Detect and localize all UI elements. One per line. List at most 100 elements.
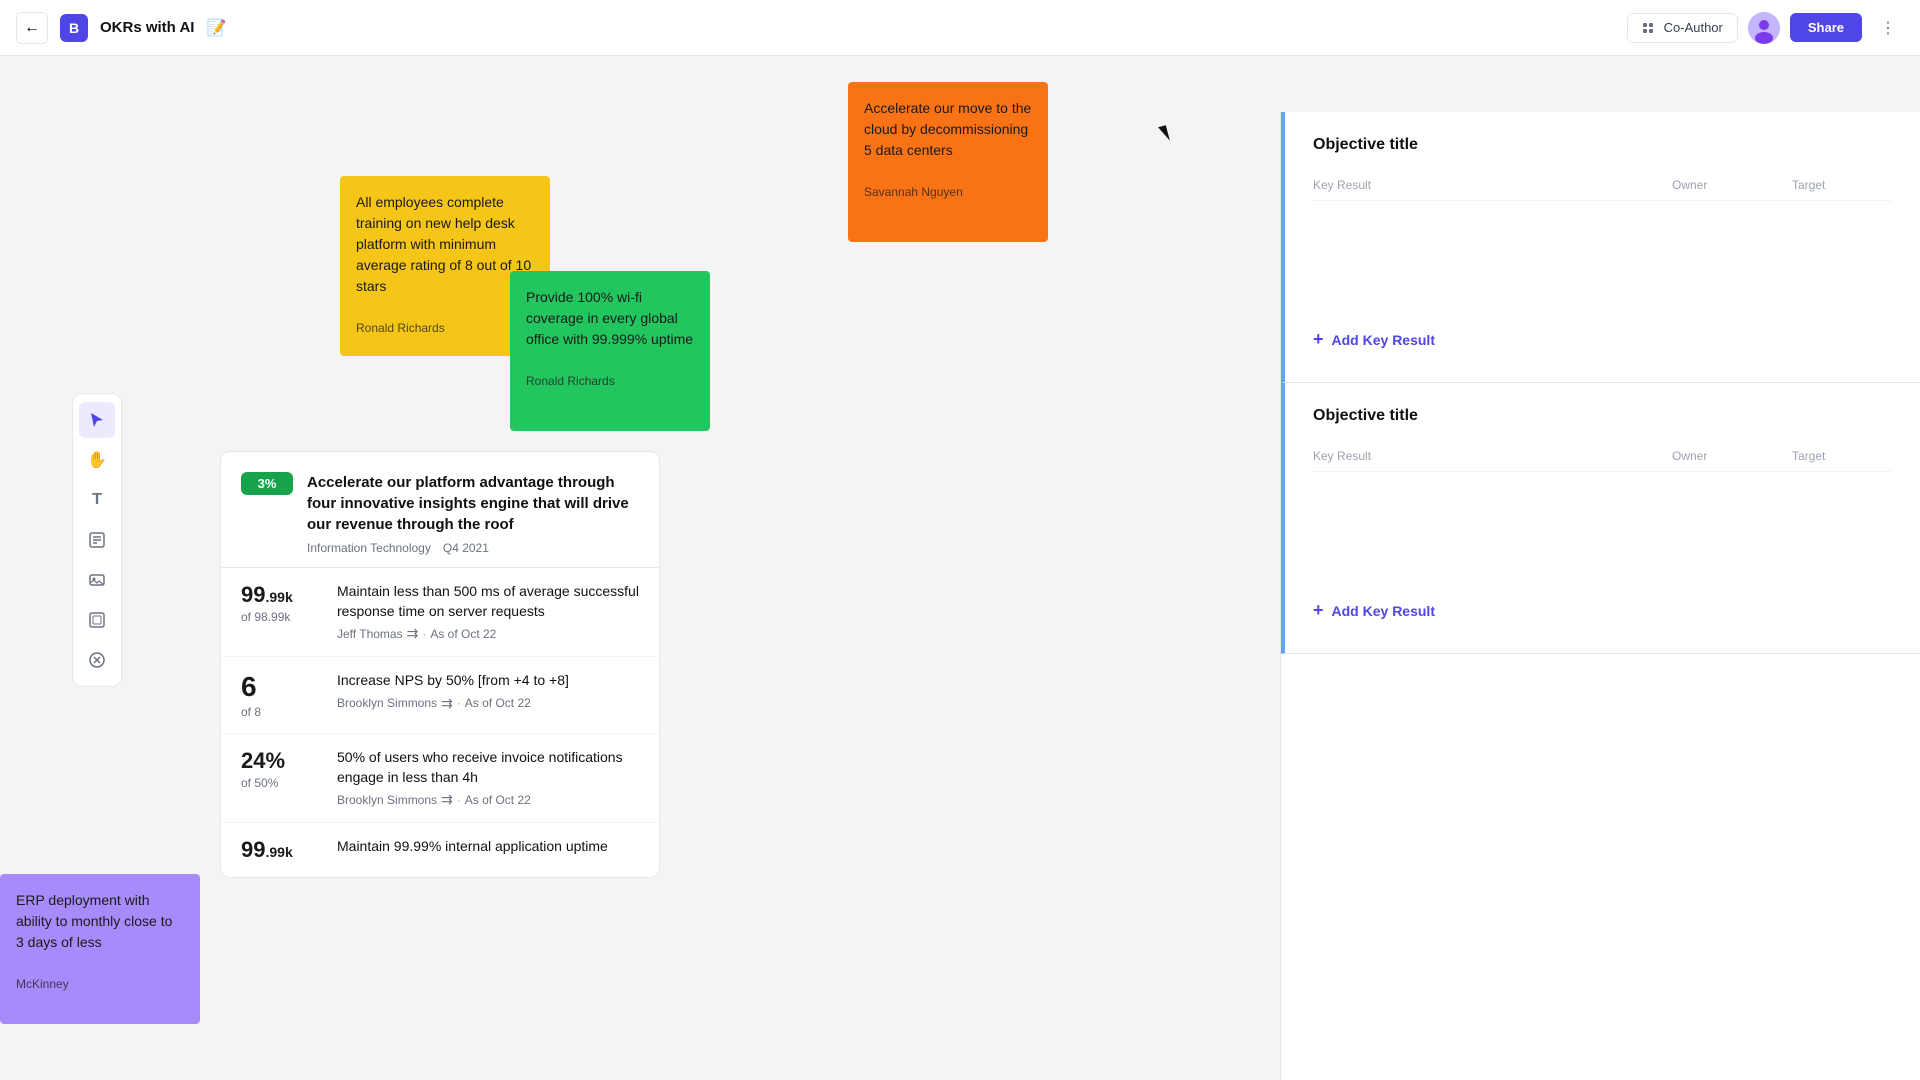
sticky-purple-author: McKinney <box>16 977 184 991</box>
obj-table-header-2: Key Result Owner Target <box>1313 441 1892 472</box>
kr-main-4: 99.99k <box>241 837 321 863</box>
kr-owner-1: Jeff Thomas <box>337 627 403 641</box>
kr-of-3: of 50% <box>241 776 321 790</box>
topbar-right: Co-Author Share ⋮ <box>1627 12 1904 44</box>
col-owner-1: Owner <box>1672 178 1792 192</box>
kr-info-1: Jeff Thomas ⇉ · As of Oct 22 <box>337 625 639 642</box>
objective-1-title[interactable]: Objective title <box>1313 136 1892 154</box>
sticky-tool[interactable] <box>79 522 115 558</box>
kr-description-2: Increase NPS by 50% [from +4 to +8] <box>337 671 569 691</box>
okr-meta: Information Technology Q4 2021 <box>307 541 639 555</box>
kr-description-3: 50% of users who receive invoice notific… <box>337 748 639 787</box>
frame-tool[interactable] <box>79 602 115 638</box>
left-toolbar: ✋ T <box>72 393 122 687</box>
kr-metric-1: 99.99k of 98.99k <box>241 582 321 624</box>
image-tool[interactable] <box>79 562 115 598</box>
app-logo: B <box>60 14 88 42</box>
kr-description-4: Maintain 99.99% internal application upt… <box>337 837 608 857</box>
kr-row-3: 24% of 50% 50% of users who receive invo… <box>221 734 659 823</box>
sticky-orange-author: Savannah Nguyen <box>864 185 1032 199</box>
kr-row-4: 99.99k Maintain 99.99% internal applicat… <box>221 823 659 877</box>
plugin-icon <box>88 651 106 669</box>
objective-section-1: Objective title Key Result Owner Target … <box>1281 112 1920 383</box>
kr-date-1: As of Oct 22 <box>430 627 496 641</box>
hand-icon: ✋ <box>87 450 107 470</box>
kr-desc-block-3: 50% of users who receive invoice notific… <box>337 748 639 808</box>
okr-title: Accelerate our platform advantage throug… <box>307 472 639 535</box>
topbar: ← B OKRs with AI 📝 Co-Author Share ⋮ <box>0 0 1920 56</box>
kr-desc-block-2: Increase NPS by 50% [from +4 to +8] Broo… <box>337 671 569 712</box>
sticky-note-green[interactable]: Provide 100% wi-fi coverage in every glo… <box>510 271 710 431</box>
sticky-yellow-author: Ronald Richards <box>356 321 534 335</box>
kr-metric-4: 99.99k <box>241 837 321 863</box>
kr-main-3: 24% <box>241 748 321 774</box>
add-kr-plus-icon-2: + <box>1313 600 1324 621</box>
okr-title-block: Accelerate our platform advantage throug… <box>307 472 639 555</box>
select-icon <box>88 411 106 429</box>
avatar-image <box>1748 12 1780 44</box>
okr-department: Information Technology <box>307 541 431 555</box>
add-kr-plus-icon-1: + <box>1313 329 1324 350</box>
app-title: OKRs with AI <box>100 19 194 36</box>
obj-table-body-1 <box>1313 209 1892 309</box>
frame-icon <box>88 611 106 629</box>
back-button[interactable]: ← <box>16 12 48 44</box>
sticky-note-purple[interactable]: ERP deployment with ability to monthly c… <box>0 874 200 1024</box>
coauthor-button[interactable]: Co-Author <box>1627 13 1738 43</box>
kr-share-icon-3: ⇉ <box>441 791 453 808</box>
obj-table-body-2 <box>1313 480 1892 580</box>
select-tool[interactable] <box>79 402 115 438</box>
kr-owner-2: Brooklyn Simmons <box>337 696 437 710</box>
plugin-tool[interactable] <box>79 642 115 678</box>
sticky-note-icon <box>88 531 106 549</box>
sticky-note-orange[interactable]: Accelerate our move to the cloud by deco… <box>848 82 1048 242</box>
kr-row-1: 99.99k of 98.99k Maintain less than 500 … <box>221 568 659 657</box>
add-kr-label-1: Add Key Result <box>1332 332 1435 348</box>
share-button[interactable]: Share <box>1790 13 1862 42</box>
col-kr-1: Key Result <box>1313 178 1672 192</box>
kr-share-icon-2: ⇉ <box>441 695 453 712</box>
objective-section-2: Objective title Key Result Owner Target … <box>1281 383 1920 654</box>
sticky-yellow-text: All employees complete training on new h… <box>356 192 534 297</box>
obj-table-header-1: Key Result Owner Target <box>1313 170 1892 201</box>
okr-header: 3% Accelerate our platform advantage thr… <box>221 452 659 567</box>
title-emoji: 📝 <box>206 18 226 38</box>
col-kr-2: Key Result <box>1313 449 1672 463</box>
sticky-green-text: Provide 100% wi-fi coverage in every glo… <box>526 287 694 350</box>
right-panel: Objective title Key Result Owner Target … <box>1280 112 1920 1080</box>
col-owner-2: Owner <box>1672 449 1792 463</box>
kr-owner-3: Brooklyn Simmons <box>337 793 437 807</box>
sticky-orange-text: Accelerate our move to the cloud by deco… <box>864 98 1032 161</box>
okr-quarter: Q4 2021 <box>443 541 489 555</box>
kr-row-2: 6 of 8 Increase NPS by 50% [from +4 to +… <box>221 657 659 734</box>
sticky-purple-text: ERP deployment with ability to monthly c… <box>16 890 184 953</box>
col-target-1: Target <box>1792 178 1892 192</box>
col-target-2: Target <box>1792 449 1892 463</box>
more-icon: ⋮ <box>1880 18 1896 38</box>
kr-of-1: of 98.99k <box>241 610 321 624</box>
kr-info-2: Brooklyn Simmons ⇉ · As of Oct 22 <box>337 695 569 712</box>
kr-date-2: As of Oct 22 <box>465 696 531 710</box>
kr-description-1: Maintain less than 500 ms of average suc… <box>337 582 639 621</box>
text-icon: T <box>92 491 102 509</box>
image-icon <box>88 571 106 589</box>
kr-info-3: Brooklyn Simmons ⇉ · As of Oct 22 <box>337 791 639 808</box>
user-avatar <box>1748 12 1780 44</box>
add-kr-label-2: Add Key Result <box>1332 603 1435 619</box>
add-key-result-1[interactable]: + Add Key Result <box>1313 321 1892 358</box>
kr-metric-3: 24% of 50% <box>241 748 321 790</box>
kr-share-icon-1: ⇉ <box>407 625 419 642</box>
text-tool[interactable]: T <box>79 482 115 518</box>
kr-metric-2: 6 of 8 <box>241 671 321 719</box>
kr-main-2: 6 <box>241 671 321 703</box>
sticky-green-author: Ronald Richards <box>526 374 694 388</box>
coauthor-icon <box>1642 20 1658 36</box>
objective-2-title[interactable]: Objective title <box>1313 407 1892 425</box>
more-button[interactable]: ⋮ <box>1872 12 1904 44</box>
hand-tool[interactable]: ✋ <box>79 442 115 478</box>
okr-card: 3% Accelerate our platform advantage thr… <box>220 451 660 878</box>
kr-date-3: As of Oct 22 <box>465 793 531 807</box>
add-key-result-2[interactable]: + Add Key Result <box>1313 592 1892 629</box>
canvas: All employees complete training on new h… <box>0 56 1920 1080</box>
coauthor-label: Co-Author <box>1664 20 1723 35</box>
